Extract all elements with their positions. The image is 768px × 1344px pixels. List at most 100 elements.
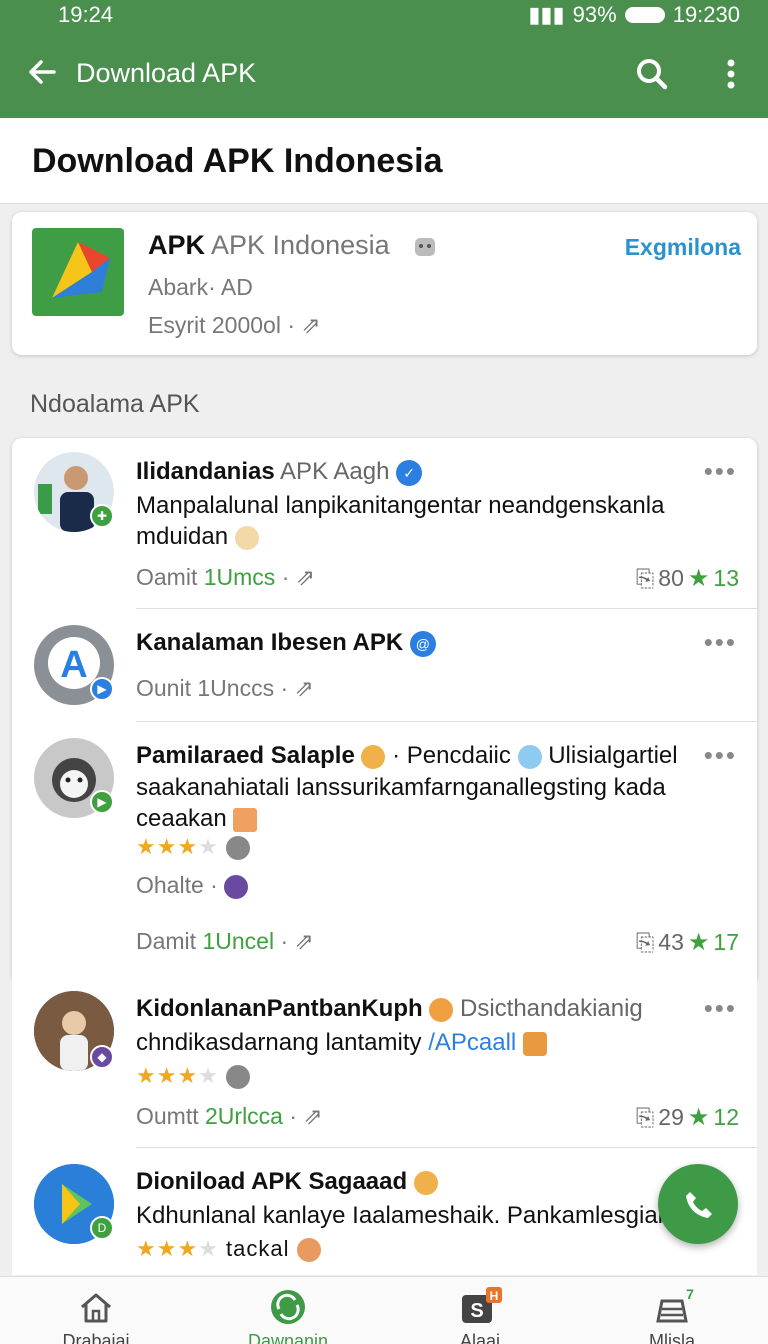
item-name-light: · Pencdaiic — [392, 742, 511, 769]
tag-icon — [522, 1031, 547, 1056]
meta-line: Ohalte · — [136, 872, 218, 898]
user-badge-icon: ◆ — [90, 1045, 114, 1069]
featured-name-bold: APK — [148, 230, 206, 260]
list-item[interactable]: A ▶ Kanalaman Ibesen APK @ ••• Ounit 1Un… — [12, 609, 757, 721]
nav-more[interactable]: 7 Mlisla — [576, 1277, 768, 1344]
featured-app-name: APK APK Indonesia — [148, 230, 390, 261]
more-options-icon[interactable]: ••• — [704, 740, 737, 771]
item-name: Dioniload APK Sagaaad — [136, 1168, 408, 1195]
item-name: Pamilaraed Salaple — [136, 742, 355, 769]
status-time-left: 19:24 — [58, 2, 114, 27]
stars-filled: ★★★ — [136, 1236, 199, 1261]
play-badge-icon: ▶ — [90, 677, 114, 701]
item-text-content: saakanahiatali lanssurikamfarnganallegst… — [136, 774, 666, 832]
star-count: 13 — [713, 565, 739, 591]
item-text: saakanahiatali lanssurikamfarnganallegst… — [136, 772, 736, 834]
share-count-icon: ⎘ — [635, 565, 655, 591]
phone-icon — [686, 1192, 712, 1218]
star-icon: ★ — [687, 565, 710, 592]
item-text-link[interactable]: /APcaall — [428, 1029, 516, 1056]
stars-filled: ★★★ — [136, 1063, 199, 1088]
back-arrow-icon[interactable] — [26, 56, 58, 88]
verified-icon: @ — [409, 630, 436, 657]
share-count: 80 — [658, 565, 684, 591]
meta-prefix: Damit — [136, 928, 197, 954]
svg-text:A: A — [60, 644, 87, 686]
item-meta: Damit 1Uncel · ⇗ — [136, 928, 314, 955]
more-options-icon[interactable]: ••• — [704, 456, 737, 487]
item-name-extra: Ulisialgartiel — [548, 742, 678, 769]
list-item[interactable]: ◆ KidonlananPantbanKuph Dsicthandakianig… — [12, 975, 757, 1147]
item-title: Ilidandanias APK Aagh ✓ — [136, 458, 423, 486]
item-name: KidonlananPantbanKuph — [136, 995, 423, 1022]
item-text: chndikasdarnang lantamity /APcaall — [136, 1027, 736, 1058]
meta-value: 1Umcs — [203, 564, 276, 590]
nav-download[interactable]: Dawnanin — [192, 1277, 384, 1344]
featured-app-card[interactable]: APK APK Indonesia Abark· AD Esyrit 2000o… — [12, 212, 757, 355]
meta-value: 1Unccs — [197, 675, 275, 701]
more-options-icon[interactable]: ••• — [704, 627, 737, 658]
share-icon: ⇗ — [301, 312, 321, 338]
rating-stars: ★★★★ — [136, 1063, 251, 1090]
nav-alerts[interactable]: S H Alaai — [384, 1277, 576, 1344]
rating-badge-icon — [226, 836, 251, 861]
badge-icon — [413, 1170, 438, 1195]
status-bar: 19:24 ▮▮▮ 93% 19:230 — [0, 0, 768, 30]
item-title: Pamilaraed Salaple · Pencdaiic Ulisialga… — [136, 742, 678, 770]
call-fab-button[interactable] — [658, 1164, 738, 1244]
rating-stars: ★★★★ tackal — [136, 1236, 321, 1263]
star-empty-icon: ★ — [198, 1063, 219, 1088]
star-count: 12 — [713, 1104, 739, 1130]
star-empty-icon: ★ — [198, 834, 219, 859]
battery-percent: 93% — [572, 2, 617, 27]
featured-action-link[interactable]: Exgmilona — [625, 234, 741, 261]
battery-icon — [624, 7, 665, 23]
page-header: Download APK Indonesia — [0, 118, 768, 204]
verified-icon: ✓ — [396, 459, 423, 486]
app-list: ✚ Ilidandanias APK Aagh ✓ ••• Manpalalun… — [12, 438, 757, 978]
more-vert-icon[interactable] — [716, 56, 746, 92]
list-item[interactable]: D Dioniload APK Sagaaad Kdhunlanal kanla… — [12, 1148, 757, 1275]
rating-stars: ★★★★ — [136, 834, 251, 861]
meta-value: 2Urlcca — [205, 1103, 283, 1129]
item-text-content: chndikasdarnang lantamity — [136, 1029, 422, 1056]
nav-badge: H — [490, 1289, 499, 1303]
app-list-continued: ◆ KidonlananPantbanKuph Dsicthandakianig… — [12, 975, 757, 1275]
status-icons: ▮▮▮ 93% 19:230 — [528, 2, 740, 28]
nav-label: Dawnanin — [247, 1331, 329, 1344]
section-label: Ndoalama APK — [30, 390, 200, 418]
item-stats: ⎘ 43 ★ 17 — [636, 928, 739, 957]
item-title: KidonlananPantbanKuph Dsicthandakianig — [136, 995, 643, 1023]
share-count: 29 — [658, 1104, 684, 1130]
emoji-icon — [296, 1238, 321, 1263]
item-meta: Ounit 1Unccs · ⇗ — [136, 675, 314, 702]
share-icon: · ⇗ — [289, 1103, 323, 1129]
svg-text:S: S — [470, 1300, 483, 1322]
rating-badge-icon — [226, 1065, 251, 1090]
share-icon: · ⇗ — [280, 928, 314, 954]
item-title: Kanalaman Ibesen APK @ — [136, 629, 436, 657]
item-text: Kdhunlanal kanlaye Iaalameshaik. Pankaml… — [136, 1202, 666, 1229]
list-item[interactable]: ✚ Ilidandanias APK Aagh ✓ ••• Manpalalun… — [12, 438, 757, 608]
stars-filled: ★★★ — [136, 834, 199, 859]
item-stats: ⎘ 29 ★ 12 — [636, 1103, 739, 1132]
badge-icon — [429, 997, 454, 1022]
nav-badge: 7 — [686, 1287, 694, 1302]
featured-meta: Esyrit 2000ol · ⇗ — [148, 312, 321, 339]
item-stats: ⎘ 80 ★ 13 — [636, 564, 739, 593]
page-title: Download APK Indonesia — [32, 142, 443, 180]
item-text-content: Manpalalunal lanpikanitangentar neandgen… — [136, 492, 665, 550]
search-icon[interactable] — [634, 56, 670, 92]
play-badge-icon: ▶ — [90, 790, 114, 814]
more-options-icon[interactable]: ••• — [704, 993, 737, 1024]
item-meta: Oumtt 2Urlcca · ⇗ — [136, 1103, 323, 1130]
meta-prefix: Oamit — [136, 564, 198, 590]
list-item[interactable]: ▶ Pamilaraed Salaple · Pencdaiic Ulisial… — [12, 722, 757, 978]
item-meta: Oamit 1Umcs · ⇗ — [136, 564, 315, 591]
item-name: Kanalaman Ibesen APK — [136, 629, 404, 656]
inbox-icon: 7 — [656, 1287, 694, 1323]
nav-label: Alaai — [459, 1331, 501, 1344]
featured-name-light: APK Indonesia — [211, 230, 390, 260]
nav-home[interactable]: Drabaiai — [0, 1277, 192, 1344]
badge-icon — [361, 744, 386, 769]
